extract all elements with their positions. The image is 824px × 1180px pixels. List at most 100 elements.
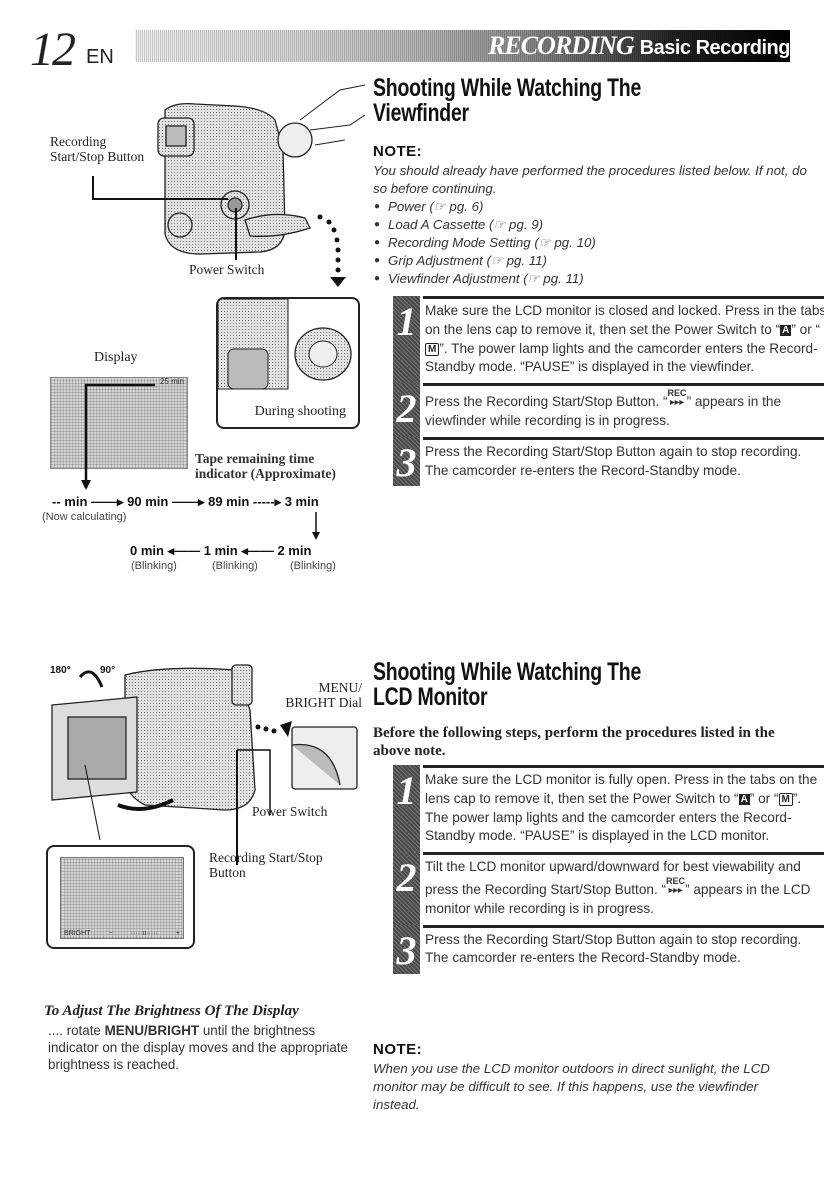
section-title-viewfinder: Shooting While Watching The Viewfinder bbox=[373, 76, 641, 126]
step-1: 1 Make sure the LCD monitor is fully ope… bbox=[393, 765, 824, 853]
dotted-arrow bbox=[317, 214, 346, 287]
note-text: When you use the LCD monitor outdoors in… bbox=[373, 1061, 770, 1112]
text-run: ”. The power lamp lights and the camcord… bbox=[425, 340, 818, 375]
brightness-marker: ·····ıı····· bbox=[130, 930, 158, 937]
step-number: 1 bbox=[393, 296, 420, 384]
camcorder-rear-illustration bbox=[92, 84, 366, 287]
section-title-lcd: Shooting While Watching The LCD Monitor bbox=[373, 660, 641, 710]
step-text: Press the Recording Start/Stop Button. “… bbox=[423, 383, 824, 437]
label-line: MENU/ bbox=[318, 680, 363, 695]
blinking-note: (Blinking) bbox=[290, 560, 336, 572]
label-recording-button-2: Recording Start/Stop Button bbox=[209, 850, 323, 880]
step-number: 3 bbox=[393, 925, 420, 975]
note-label: NOTE: bbox=[373, 1041, 423, 1058]
seq-item: 3 min bbox=[284, 494, 319, 509]
arrow-right-icon: ——▸ bbox=[171, 494, 209, 509]
label-line: Start/Stop Button bbox=[50, 149, 145, 164]
step-text: Press the Recording Start/Stop Button ag… bbox=[423, 436, 824, 487]
label-tape-remaining: Tape remaining time indicator (Approxima… bbox=[195, 451, 336, 481]
label-line: BRIGHT Dial bbox=[285, 695, 362, 710]
rec-indicator-icon: REC ▶▶▶ bbox=[668, 389, 687, 407]
manual-mode-icon: M bbox=[778, 792, 793, 806]
label-line: indicator (Approximate) bbox=[195, 466, 336, 481]
control-name: MENU/BRIGHT bbox=[104, 1023, 200, 1038]
camcorder-closeup-illustration bbox=[218, 299, 352, 390]
blinking-note: (Blinking) bbox=[212, 560, 258, 572]
adjust-text: .... rotate MENU/BRIGHT until the bright… bbox=[48, 1022, 358, 1073]
viewfinder-steps: 1 Make sure the LCD monitor is closed an… bbox=[393, 296, 824, 487]
brightness-bar: BRIGHT − ·····ıı····· + bbox=[64, 930, 180, 937]
bright-label: BRIGHT bbox=[64, 930, 91, 937]
step-text: Make sure the LCD monitor is closed and … bbox=[423, 296, 824, 383]
blinking-note: (Blinking) bbox=[131, 560, 177, 572]
prerequisite-item: Viewfinder Adjustment (☞ pg. 11) bbox=[373, 270, 596, 288]
step-number: 2 bbox=[393, 383, 420, 437]
rec-indicator-icon: REC ▶▶▶ bbox=[666, 875, 686, 895]
step-text: Tilt the LCD monitor upward/downward for… bbox=[423, 852, 824, 924]
auto-mode-icon: A bbox=[780, 324, 792, 336]
prerequisite-item: Load A Cassette (☞ pg. 9) bbox=[373, 216, 596, 234]
step-number: 2 bbox=[393, 852, 420, 925]
label-line: Button bbox=[209, 865, 246, 880]
step-text: Make sure the LCD monitor is fully open.… bbox=[423, 765, 824, 852]
lcd-screen: BRIGHT − ·····ıı····· + bbox=[60, 857, 184, 939]
seq-item: 90 min bbox=[127, 494, 169, 509]
seq-item: 89 min bbox=[208, 494, 250, 509]
arrow-down-icon bbox=[312, 512, 320, 540]
title-line: Viewfinder bbox=[373, 99, 469, 127]
title-line: LCD Monitor bbox=[373, 683, 488, 711]
seq-item: 2 min bbox=[277, 543, 312, 558]
step-number: 3 bbox=[393, 437, 420, 487]
seq-item: -- min bbox=[52, 494, 88, 509]
subsection-title: Basic Recording bbox=[639, 37, 791, 59]
rec-arrows: ▶▶▶ bbox=[670, 400, 684, 407]
lcd-callout: BRIGHT − ·····ıı····· + bbox=[46, 845, 195, 949]
note-label: NOTE: bbox=[373, 143, 423, 160]
prerequisite-item: Power (☞ pg. 6) bbox=[373, 198, 596, 216]
note-text: You should already have performed the pr… bbox=[373, 163, 807, 196]
arrow-left-icon: ◂—— bbox=[167, 543, 204, 558]
lcd-intro: Before the following steps, perform the … bbox=[373, 725, 775, 759]
step-text: Press the Recording Start/Stop Button ag… bbox=[423, 924, 824, 975]
seq-item: 0 min bbox=[130, 543, 164, 558]
minus-icon: − bbox=[108, 930, 113, 937]
label-during-shooting: During shooting bbox=[254, 404, 346, 419]
text-run: ” or “ bbox=[749, 790, 779, 806]
label-line: Recording Start/Stop bbox=[209, 850, 323, 865]
during-shooting-panel: During shooting bbox=[216, 297, 360, 429]
note-now-calculating: (Now calculating) bbox=[42, 511, 127, 523]
section-title: RECORDING bbox=[488, 31, 635, 60]
label-power-switch: Power Switch bbox=[189, 262, 265, 277]
step-3: 3 Press the Recording Start/Stop Button … bbox=[393, 436, 824, 487]
label-display: Display bbox=[94, 350, 138, 365]
section-header: RECORDING Basic Recording bbox=[488, 30, 790, 62]
step-number: 1 bbox=[393, 765, 420, 853]
prerequisite-item: Grip Adjustment (☞ pg. 11) bbox=[373, 252, 596, 270]
adjust-title: To Adjust The Brightness Of The Display bbox=[44, 1003, 299, 1019]
label-line: Recording bbox=[50, 134, 107, 149]
text-run: Make sure the LCD monitor is closed and … bbox=[425, 303, 824, 337]
title-line: Shooting While Watching The bbox=[373, 658, 642, 686]
text-run: ” or “ bbox=[791, 321, 821, 337]
title-line: Shooting While Watching The bbox=[373, 74, 642, 102]
dashed-arrow-icon: -----▸ bbox=[252, 494, 285, 509]
tape-sequence-row2: 0 min ◂—— 1 min ◂—— 2 min bbox=[130, 543, 311, 559]
arrow-right-icon: ——▸ bbox=[91, 494, 128, 509]
angle-90-label: 90° bbox=[100, 665, 115, 676]
step-3: 3 Press the Recording Start/Stop Button … bbox=[393, 924, 824, 975]
label-power-switch-2: Power Switch bbox=[252, 804, 328, 819]
step-1: 1 Make sure the LCD monitor is closed an… bbox=[393, 296, 824, 384]
prerequisite-item: Recording Mode Setting (☞ pg. 10) bbox=[373, 234, 596, 252]
rotate-arrow-icon bbox=[78, 670, 104, 688]
step-2: 2 Press the Recording Start/Stop Button.… bbox=[393, 383, 824, 437]
rec-label: REC bbox=[666, 875, 686, 886]
display-leader bbox=[81, 383, 155, 490]
page-language: EN bbox=[86, 46, 114, 68]
arrow-left-icon: ◂—— bbox=[241, 543, 278, 558]
label-recording-button: Recording Start/Stop Button bbox=[50, 134, 144, 164]
tape-sequence-row1: -- min ——▸ 90 min ——▸ 89 min -----▸ 3 mi… bbox=[52, 494, 319, 510]
angle-180-label: 180° bbox=[50, 665, 71, 676]
seq-item: 1 min bbox=[203, 543, 238, 558]
auto-mode-icon: A bbox=[738, 793, 750, 805]
lcd-steps: 1 Make sure the LCD monitor is fully ope… bbox=[393, 765, 824, 975]
